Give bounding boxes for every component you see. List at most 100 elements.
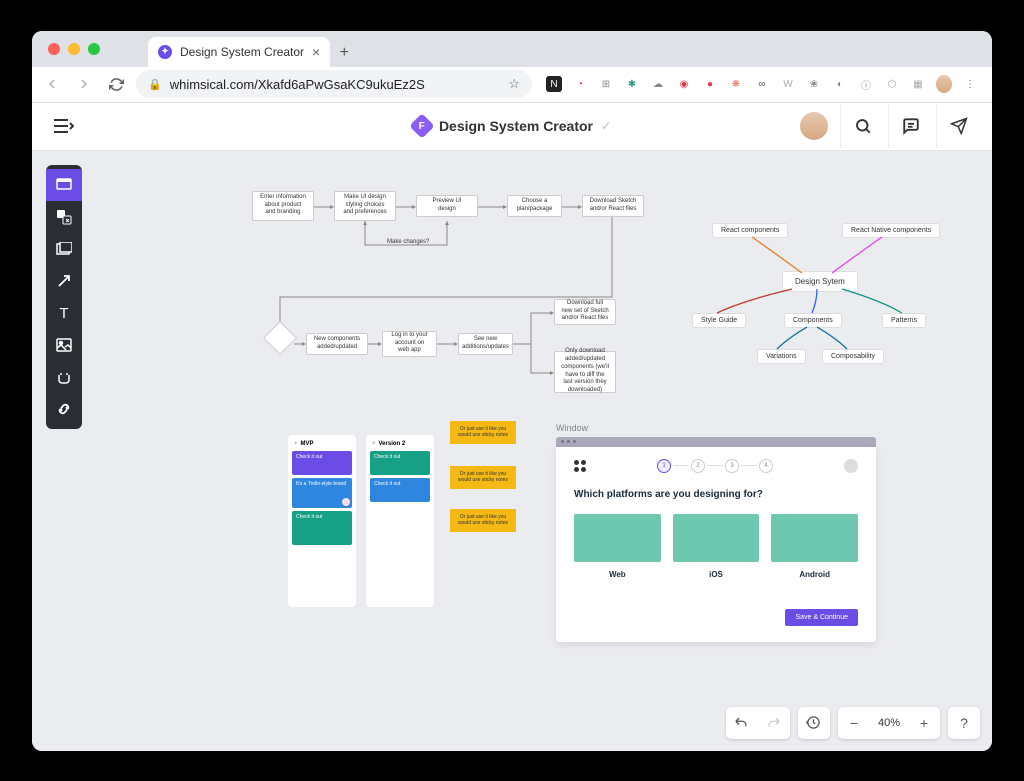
zoom-out-button[interactable]: − [838, 707, 870, 739]
mindmap-node[interactable]: Style Guide [692, 313, 746, 328]
mindmap[interactable]: Design Sytem React components React Nati… [672, 201, 962, 381]
platform-option-android[interactable]: Android [771, 514, 858, 579]
viewport-controls: − 40% + ? [726, 707, 980, 739]
flow-node[interactable]: Enter information about product and bran… [252, 191, 314, 221]
wireframe-step[interactable]: 2 [691, 459, 705, 473]
tool-component[interactable] [46, 361, 82, 393]
document-title-area[interactable]: F Design System Creator ✓ [413, 117, 611, 135]
browser-tab[interactable]: ✦ Design System Creator × [148, 37, 330, 67]
ext-icon[interactable]: ◉ [676, 76, 692, 92]
ext-icon[interactable]: ⓘ [858, 76, 874, 92]
ext-icon[interactable]: ✱ [624, 76, 640, 92]
history-button[interactable] [798, 707, 830, 739]
window-controls [40, 43, 108, 55]
help-button[interactable]: ? [948, 707, 980, 739]
kanban-card[interactable]: Check it out [292, 451, 352, 475]
kanban-column[interactable]: +MVP Check it out It's a Trello-style bo… [288, 435, 356, 607]
mindmap-node[interactable]: Composability [822, 349, 884, 364]
minimize-window-button[interactable] [68, 43, 80, 55]
ext-icon[interactable]: ▦ [910, 76, 926, 92]
ext-icon[interactable]: W [780, 76, 796, 92]
kanban-board[interactable]: +MVP Check it out It's a Trello-style bo… [288, 435, 434, 607]
sticky-note[interactable]: Or just use it like you would use sticky… [450, 466, 516, 489]
wireframe-step[interactable]: 3 [725, 459, 739, 473]
search-button[interactable] [840, 104, 884, 148]
tool-link[interactable] [46, 393, 82, 425]
hamburger-menu-button[interactable] [44, 106, 84, 146]
kanban-card[interactable]: Check it out [370, 478, 430, 502]
kanban-column-title[interactable]: +Version 2 [370, 439, 430, 451]
address-bar: 🔒 whimsical.com/Xkafd6aPwGsaKC9ukuEz2S ☆… [32, 67, 992, 103]
mindmap-node[interactable]: Variations [757, 349, 806, 364]
flow-node[interactable]: New components added/updated [306, 333, 368, 355]
profile-avatar[interactable] [936, 76, 952, 92]
kanban-column-title[interactable]: +MVP [292, 439, 352, 451]
flow-node[interactable]: Download Sketch and/or React files [582, 195, 644, 217]
tool-select[interactable] [46, 169, 82, 201]
flow-node[interactable]: See new additions/updates [458, 333, 513, 355]
mindmap-node[interactable]: React Native components [842, 223, 940, 238]
bookmark-star-icon[interactable]: ☆ [508, 76, 520, 92]
wireframe-group[interactable]: Window 1 2 3 4 [556, 423, 876, 642]
url-input[interactable]: 🔒 whimsical.com/Xkafd6aPwGsaKC9ukuEz2S ☆ [136, 70, 532, 98]
ext-icon[interactable]: ⬡ [884, 76, 900, 92]
wireframe-step[interactable]: 1 [657, 459, 671, 473]
kanban-column[interactable]: +Version 2 Check it out Check it out [366, 435, 434, 607]
ext-pinterest-icon[interactable]: ● [702, 76, 718, 92]
flow-node[interactable]: Choose a plan/package [507, 195, 562, 217]
kanban-card[interactable]: Check it out [292, 511, 352, 545]
flow-decision[interactable] [263, 321, 297, 355]
user-avatar[interactable] [800, 112, 828, 140]
nav-forward-button[interactable] [72, 72, 96, 96]
maximize-window-button[interactable] [88, 43, 100, 55]
document-icon: F [409, 113, 434, 138]
ext-icon[interactable]: ☁ [650, 76, 666, 92]
wireframe-window[interactable]: 1 2 3 4 Which platforms are you designin… [556, 447, 876, 642]
sticky-note[interactable]: Or just use it like you would use sticky… [450, 421, 516, 444]
kanban-card[interactable]: Check it out [370, 451, 430, 475]
document-title: Design System Creator [439, 118, 593, 134]
ext-icon[interactable]: ❀ [806, 76, 822, 92]
tool-arrow[interactable] [46, 265, 82, 297]
flow-node[interactable]: Make UI design styling choices and prefe… [334, 191, 396, 221]
ext-icon[interactable]: ⊞ [598, 76, 614, 92]
zoom-level[interactable]: 40% [870, 717, 908, 729]
mindmap-node[interactable]: Components [784, 313, 842, 328]
save-continue-button[interactable]: Save & Continue [785, 609, 858, 626]
tool-text[interactable]: T [46, 297, 82, 329]
undo-button[interactable] [726, 707, 758, 739]
tool-shape[interactable] [46, 201, 82, 233]
send-button[interactable] [936, 104, 980, 148]
platform-option-web[interactable]: Web [574, 514, 661, 579]
close-window-button[interactable] [48, 43, 60, 55]
flow-node[interactable]: Download full new set of Sketch and/or R… [554, 299, 616, 325]
ext-notion-icon[interactable]: N [546, 76, 562, 92]
tool-frame[interactable] [46, 233, 82, 265]
mindmap-node[interactable]: Patterns [882, 313, 926, 328]
flow-node[interactable]: Only download added/updated components (… [554, 351, 616, 393]
comments-button[interactable] [888, 104, 932, 148]
browser-menu-icon[interactable]: ⋮ [962, 76, 978, 92]
flow-node[interactable]: Preview UI design [416, 195, 478, 217]
wireframe-step[interactable]: 4 [759, 459, 773, 473]
tool-palette: T [46, 165, 82, 429]
nav-back-button[interactable] [40, 72, 64, 96]
ext-icon[interactable]: ∞ [754, 76, 770, 92]
ext-icon[interactable]: ❋ [728, 76, 744, 92]
flow-node[interactable]: Log in to your account on web app [382, 331, 437, 357]
redo-button[interactable] [758, 707, 790, 739]
zoom-in-button[interactable]: + [908, 707, 940, 739]
kanban-card[interactable]: It's a Trello-style board [292, 478, 352, 508]
sticky-note[interactable]: Or just use it like you would use sticky… [450, 509, 516, 532]
wireframe-stepper: 1 2 3 4 [657, 459, 773, 473]
ext-icon[interactable]: ◔ [572, 76, 588, 92]
mindmap-node[interactable]: React components [712, 223, 788, 238]
canvas[interactable]: T Enter information about product and br… [32, 151, 992, 751]
tool-image[interactable] [46, 329, 82, 361]
tab-close-icon[interactable]: × [312, 44, 320, 60]
nav-reload-button[interactable] [104, 72, 128, 96]
platform-option-ios[interactable]: iOS [673, 514, 760, 579]
mindmap-center-node[interactable]: Design Sytem [782, 271, 858, 292]
new-tab-button[interactable]: + [330, 39, 358, 67]
ext-icon[interactable]: ◐ [832, 76, 848, 92]
